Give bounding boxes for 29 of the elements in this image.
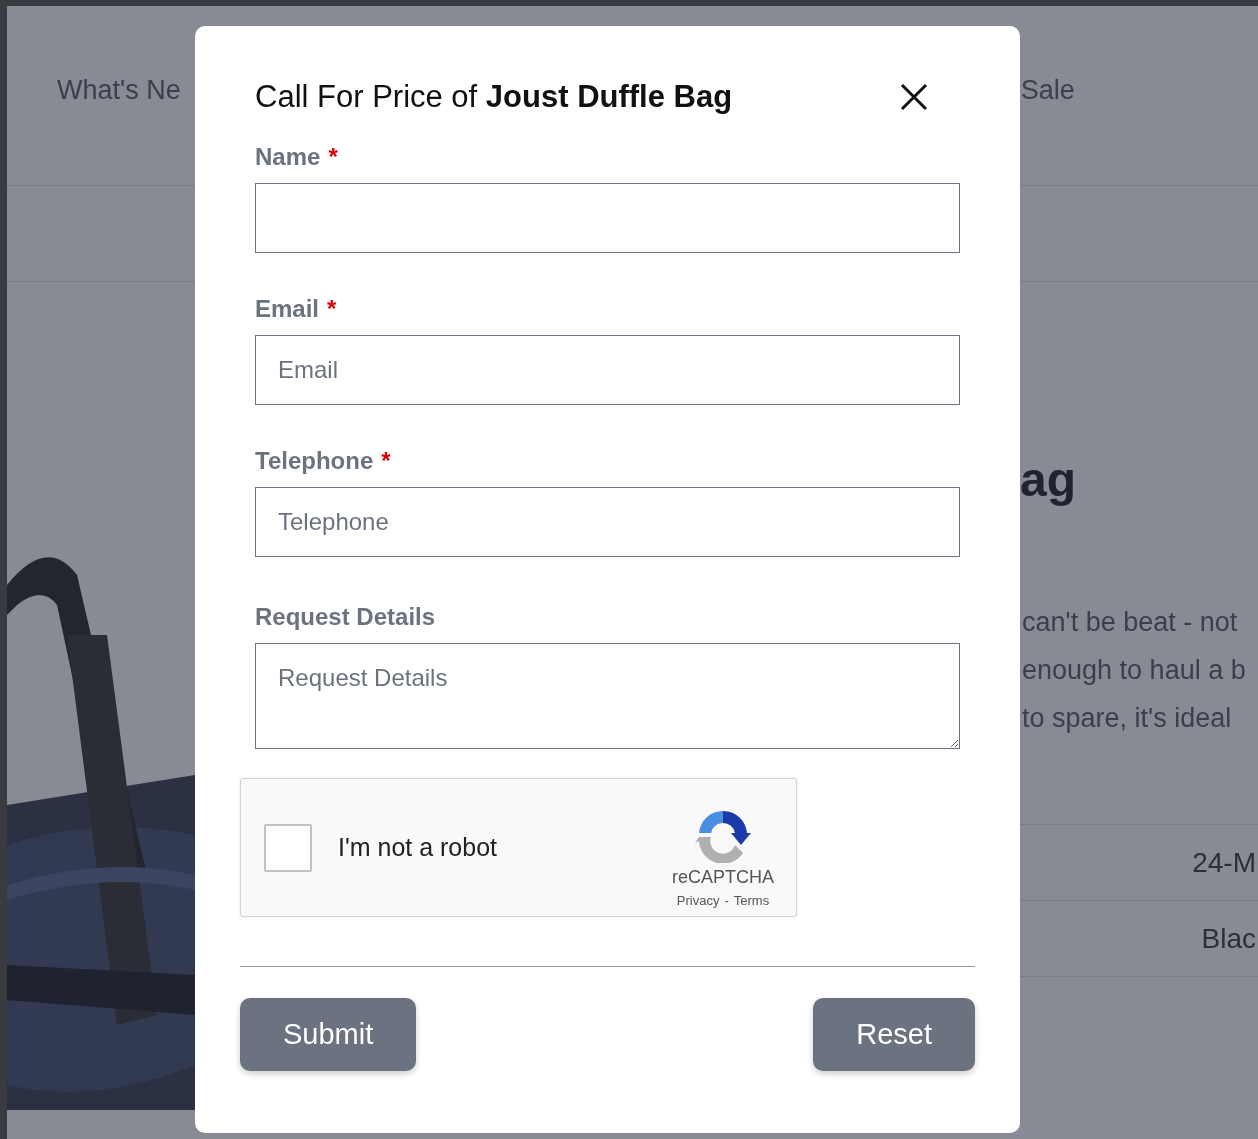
field-label: Email <box>255 295 320 322</box>
action-button[interactable]: Submit <box>240 998 417 1071</box>
description-text: to spare, it's ideal <box>1022 702 1233 735</box>
text-area[interactable]: Request Details <box>255 643 960 749</box>
captcha-brand: reCAPTCHA <box>672 867 774 888</box>
input-field[interactable]: Telephone <box>255 487 960 557</box>
field-label: Telephone <box>255 447 374 474</box>
required-mark: * <box>381 447 391 474</box>
captcha-link[interactable]: Privacy <box>676 893 720 908</box>
link-separator: - <box>724 893 729 908</box>
product-title: ag <box>1020 452 1077 508</box>
input-field[interactable] <box>255 183 960 253</box>
field-label: Request Details <box>255 603 436 630</box>
nav-link[interactable]: What's Ne <box>57 75 181 106</box>
dialog-title: Call For Price of Joust Duffle Bag <box>255 79 733 115</box>
close-button[interactable] <box>900 83 928 111</box>
required-mark: * <box>328 143 338 170</box>
input-field[interactable]: Email <box>255 335 960 405</box>
table-cell: 24-M <box>1192 846 1256 879</box>
nav-link[interactable]: Sale <box>1020 75 1075 106</box>
captcha-link[interactable]: Terms <box>733 893 770 908</box>
required-mark: * <box>327 295 337 322</box>
table-cell: Blac <box>1201 922 1256 955</box>
action-button[interactable]: Reset <box>813 998 975 1071</box>
field-label: Name <box>255 143 321 170</box>
description-text: enough to haul a b <box>1022 654 1247 687</box>
description-text: can't be beat - not <box>1022 606 1239 639</box>
checkbox-label: I'm not a robot <box>338 833 499 862</box>
checkbox[interactable] <box>264 823 312 872</box>
